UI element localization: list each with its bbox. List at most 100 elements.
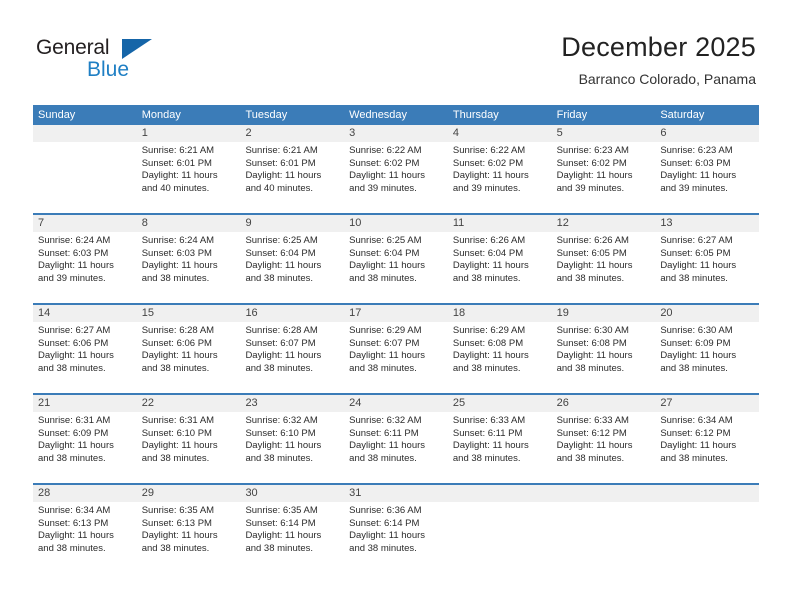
general-blue-logo[interactable]: General Blue — [36, 36, 166, 88]
day-detail-line: and 38 minutes. — [349, 272, 417, 284]
day-detail-line: Sunset: 6:11 PM — [349, 427, 419, 439]
day-details: Sunrise: 6:32 AM Sunset: 6:11 PM Daylight:… — [344, 412, 448, 469]
day-number-band: 26 — [551, 395, 656, 412]
day-cell[interactable]: 13 Sunrise: 6:27 AM Sunset: 6:05 PM Dayligh… — [655, 215, 760, 303]
day-cell[interactable]: 12 Sunrise: 6:26 AM Sunset: 6:05 PM Dayligh… — [551, 215, 656, 303]
day-detail-line: Sunrise: 6:22 AM — [349, 145, 422, 156]
day-detail-line: and 38 minutes. — [245, 362, 314, 374]
day-details: Sunrise: 6:29 AM Sunset: 6:07 PM Daylight:… — [344, 322, 448, 379]
day-detail-line: Sunrise: 6:33 AM — [452, 415, 526, 426]
day-number: 29 — [141, 487, 154, 499]
day-detail-line: Sunrise: 6:27 AM — [38, 325, 111, 336]
day-number-band: 22 — [136, 395, 241, 412]
day-number: 9 — [245, 217, 252, 229]
day-number-band: 28 — [33, 485, 137, 502]
day-cell[interactable]: 28 Sunrise: 6:34 AM Sunset: 6:13 PM Dayligh… — [33, 485, 137, 573]
day-detail-line: Sunrise: 6:32 AM — [349, 415, 422, 426]
day-cell[interactable]: 20 Sunrise: 6:30 AM Sunset: 6:09 PM Dayligh… — [655, 305, 760, 393]
day-detail-line: Sunrise: 6:28 AM — [141, 325, 215, 336]
day-cell[interactable]: 22 Sunrise: 6:31 AM Sunset: 6:10 PM Dayligh… — [136, 395, 241, 483]
calendar-week-row: 7 Sunrise: 6:24 AM Sunset: 6:03 PM Daylight… — [33, 213, 760, 303]
day-detail-line: Sunrise: 6:34 AM — [660, 415, 733, 426]
day-number-band: 14 — [33, 305, 137, 322]
day-cell-empty — [33, 125, 137, 213]
day-details: Sunrise: 6:23 AM Sunset: 6:02 PM Daylight:… — [552, 142, 656, 199]
day-detail-line: and 38 minutes. — [245, 272, 314, 284]
day-cell[interactable]: 16 Sunrise: 6:28 AM Sunset: 6:07 PM Dayligh… — [240, 305, 345, 393]
day-number: 30 — [245, 487, 258, 499]
day-detail-line: and 38 minutes. — [141, 362, 210, 374]
day-detail-line: Sunset: 6:02 PM — [452, 157, 524, 169]
day-detail-line: Sunrise: 6:28 AM — [245, 325, 318, 336]
day-details: Sunrise: 6:30 AM Sunset: 6:08 PM Daylight:… — [552, 322, 656, 379]
weekday-header-row: Sunday Monday Tuesday Wednesday Thursday Frid… — [33, 105, 759, 125]
day-detail-line: Sunset: 6:02 PM — [556, 157, 627, 169]
day-cell[interactable]: 26 Sunrise: 6:33 AM Sunset: 6:12 PM Dayligh… — [551, 395, 656, 483]
day-cell[interactable]: 24 Sunrise: 6:32 AM Sunset: 6:11 PM Dayligh… — [344, 395, 448, 483]
day-cell[interactable]: 23 Sunrise: 6:32 AM Sunset: 6:10 PM Dayligh… — [240, 395, 345, 483]
page-subtitle: Barranco Colorado, Panama — [578, 71, 756, 87]
day-number-band: 24 — [344, 395, 448, 412]
day-cell[interactable]: 21 Sunrise: 6:31 AM Sunset: 6:09 PM Dayligh… — [33, 395, 137, 483]
day-detail-line: and 38 minutes. — [245, 452, 314, 464]
day-number: 1 — [141, 127, 148, 139]
day-detail-line: Daylight: 11 hours — [660, 350, 737, 362]
day-detail-line: Sunset: 6:06 PM — [38, 337, 109, 349]
day-detail-line: Daylight: 11 hours — [349, 530, 426, 542]
day-detail-line: and 38 minutes. — [349, 452, 417, 464]
day-number: 22 — [141, 397, 154, 409]
day-details: Sunrise: 6:33 AM Sunset: 6:11 PM Daylight:… — [448, 412, 552, 469]
day-number-band: 27 — [655, 395, 760, 412]
day-number: 5 — [556, 127, 563, 139]
day-number: 2 — [245, 127, 252, 139]
day-details: Sunrise: 6:36 AM Sunset: 6:14 PM Daylight:… — [344, 502, 448, 559]
day-number: 14 — [38, 307, 51, 319]
day-detail-line: Sunrise: 6:21 AM — [245, 145, 318, 156]
day-cell[interactable]: 17 Sunrise: 6:29 AM Sunset: 6:07 PM Dayligh… — [344, 305, 448, 393]
day-detail-line: Daylight: 11 hours — [349, 170, 426, 182]
day-details: Sunrise: 6:34 AM Sunset: 6:12 PM Daylight:… — [655, 412, 759, 469]
day-cell[interactable]: 30 Sunrise: 6:35 AM Sunset: 6:14 PM Dayligh… — [240, 485, 345, 573]
day-cell[interactable]: 1 Sunrise: 6:21 AM Sunset: 6:01 PM Daylight… — [136, 125, 241, 213]
day-detail-line: Sunrise: 6:25 AM — [245, 235, 318, 246]
day-cell[interactable]: 31 Sunrise: 6:36 AM Sunset: 6:14 PM Dayligh… — [344, 485, 448, 573]
day-detail-line: Sunset: 6:07 PM — [349, 337, 420, 349]
day-cell[interactable]: 10 Sunrise: 6:25 AM Sunset: 6:04 PM Dayligh… — [344, 215, 448, 303]
day-detail-line: Sunset: 6:13 PM — [141, 517, 212, 529]
weekday-header-wednesday: Wednesday — [349, 109, 408, 121]
day-cell[interactable]: 11 Sunrise: 6:26 AM Sunset: 6:04 PM Dayligh… — [447, 215, 552, 303]
day-cell[interactable]: 27 Sunrise: 6:34 AM Sunset: 6:12 PM Dayligh… — [655, 395, 760, 483]
day-cell[interactable]: 4 Sunrise: 6:22 AM Sunset: 6:02 PM Daylight… — [447, 125, 552, 213]
day-cell[interactable]: 15 Sunrise: 6:28 AM Sunset: 6:06 PM Dayligh… — [136, 305, 241, 393]
calendar-week-row: 1 Sunrise: 6:21 AM Sunset: 6:01 PM Daylight… — [33, 125, 760, 213]
day-number-band: 31 — [344, 485, 448, 502]
day-cell[interactable]: 8 Sunrise: 6:24 AM Sunset: 6:03 PM Daylight… — [136, 215, 241, 303]
day-cell[interactable]: 2 Sunrise: 6:21 AM Sunset: 6:01 PM Daylight… — [240, 125, 345, 213]
page-title: December 2025 — [561, 32, 756, 62]
day-number-band: 21 — [33, 395, 137, 412]
day-number-band: 2 — [240, 125, 345, 142]
day-detail-line: Daylight: 11 hours — [38, 260, 114, 272]
day-cell[interactable]: 5 Sunrise: 6:23 AM Sunset: 6:02 PM Daylight… — [551, 125, 656, 213]
day-detail-line: Daylight: 11 hours — [38, 350, 114, 362]
day-cell[interactable]: 3 Sunrise: 6:22 AM Sunset: 6:02 PM Daylight… — [344, 125, 448, 213]
day-cell[interactable]: 9 Sunrise: 6:25 AM Sunset: 6:04 PM Daylight… — [240, 215, 345, 303]
day-cell[interactable]: 25 Sunrise: 6:33 AM Sunset: 6:11 PM Dayligh… — [447, 395, 552, 483]
day-detail-line: Daylight: 11 hours — [245, 530, 322, 542]
day-number-band: 20 — [655, 305, 760, 322]
day-detail-line: Sunrise: 6:30 AM — [660, 325, 733, 336]
day-cell[interactable]: 19 Sunrise: 6:30 AM Sunset: 6:08 PM Dayligh… — [551, 305, 656, 393]
day-detail-line: Sunset: 6:14 PM — [245, 517, 316, 529]
day-cell-empty — [655, 485, 760, 573]
day-cell[interactable]: 29 Sunrise: 6:35 AM Sunset: 6:13 PM Dayligh… — [136, 485, 241, 573]
day-cell[interactable]: 14 Sunrise: 6:27 AM Sunset: 6:06 PM Dayligh… — [33, 305, 137, 393]
day-detail-line: Daylight: 11 hours — [245, 350, 322, 362]
day-cell[interactable]: 7 Sunrise: 6:24 AM Sunset: 6:03 PM Daylight… — [33, 215, 137, 303]
day-details: Sunrise: 6:33 AM Sunset: 6:12 PM Daylight:… — [552, 412, 656, 469]
day-cell[interactable]: 6 Sunrise: 6:23 AM Sunset: 6:03 PM Daylight… — [655, 125, 760, 213]
day-details: Sunrise: 6:22 AM Sunset: 6:02 PM Daylight:… — [448, 142, 552, 199]
day-cell[interactable]: 18 Sunrise: 6:29 AM Sunset: 6:08 PM Dayligh… — [447, 305, 552, 393]
day-detail-line: Daylight: 11 hours — [556, 350, 633, 362]
day-detail-line: Sunset: 6:07 PM — [245, 337, 316, 349]
day-detail-line: Daylight: 11 hours — [660, 260, 737, 272]
